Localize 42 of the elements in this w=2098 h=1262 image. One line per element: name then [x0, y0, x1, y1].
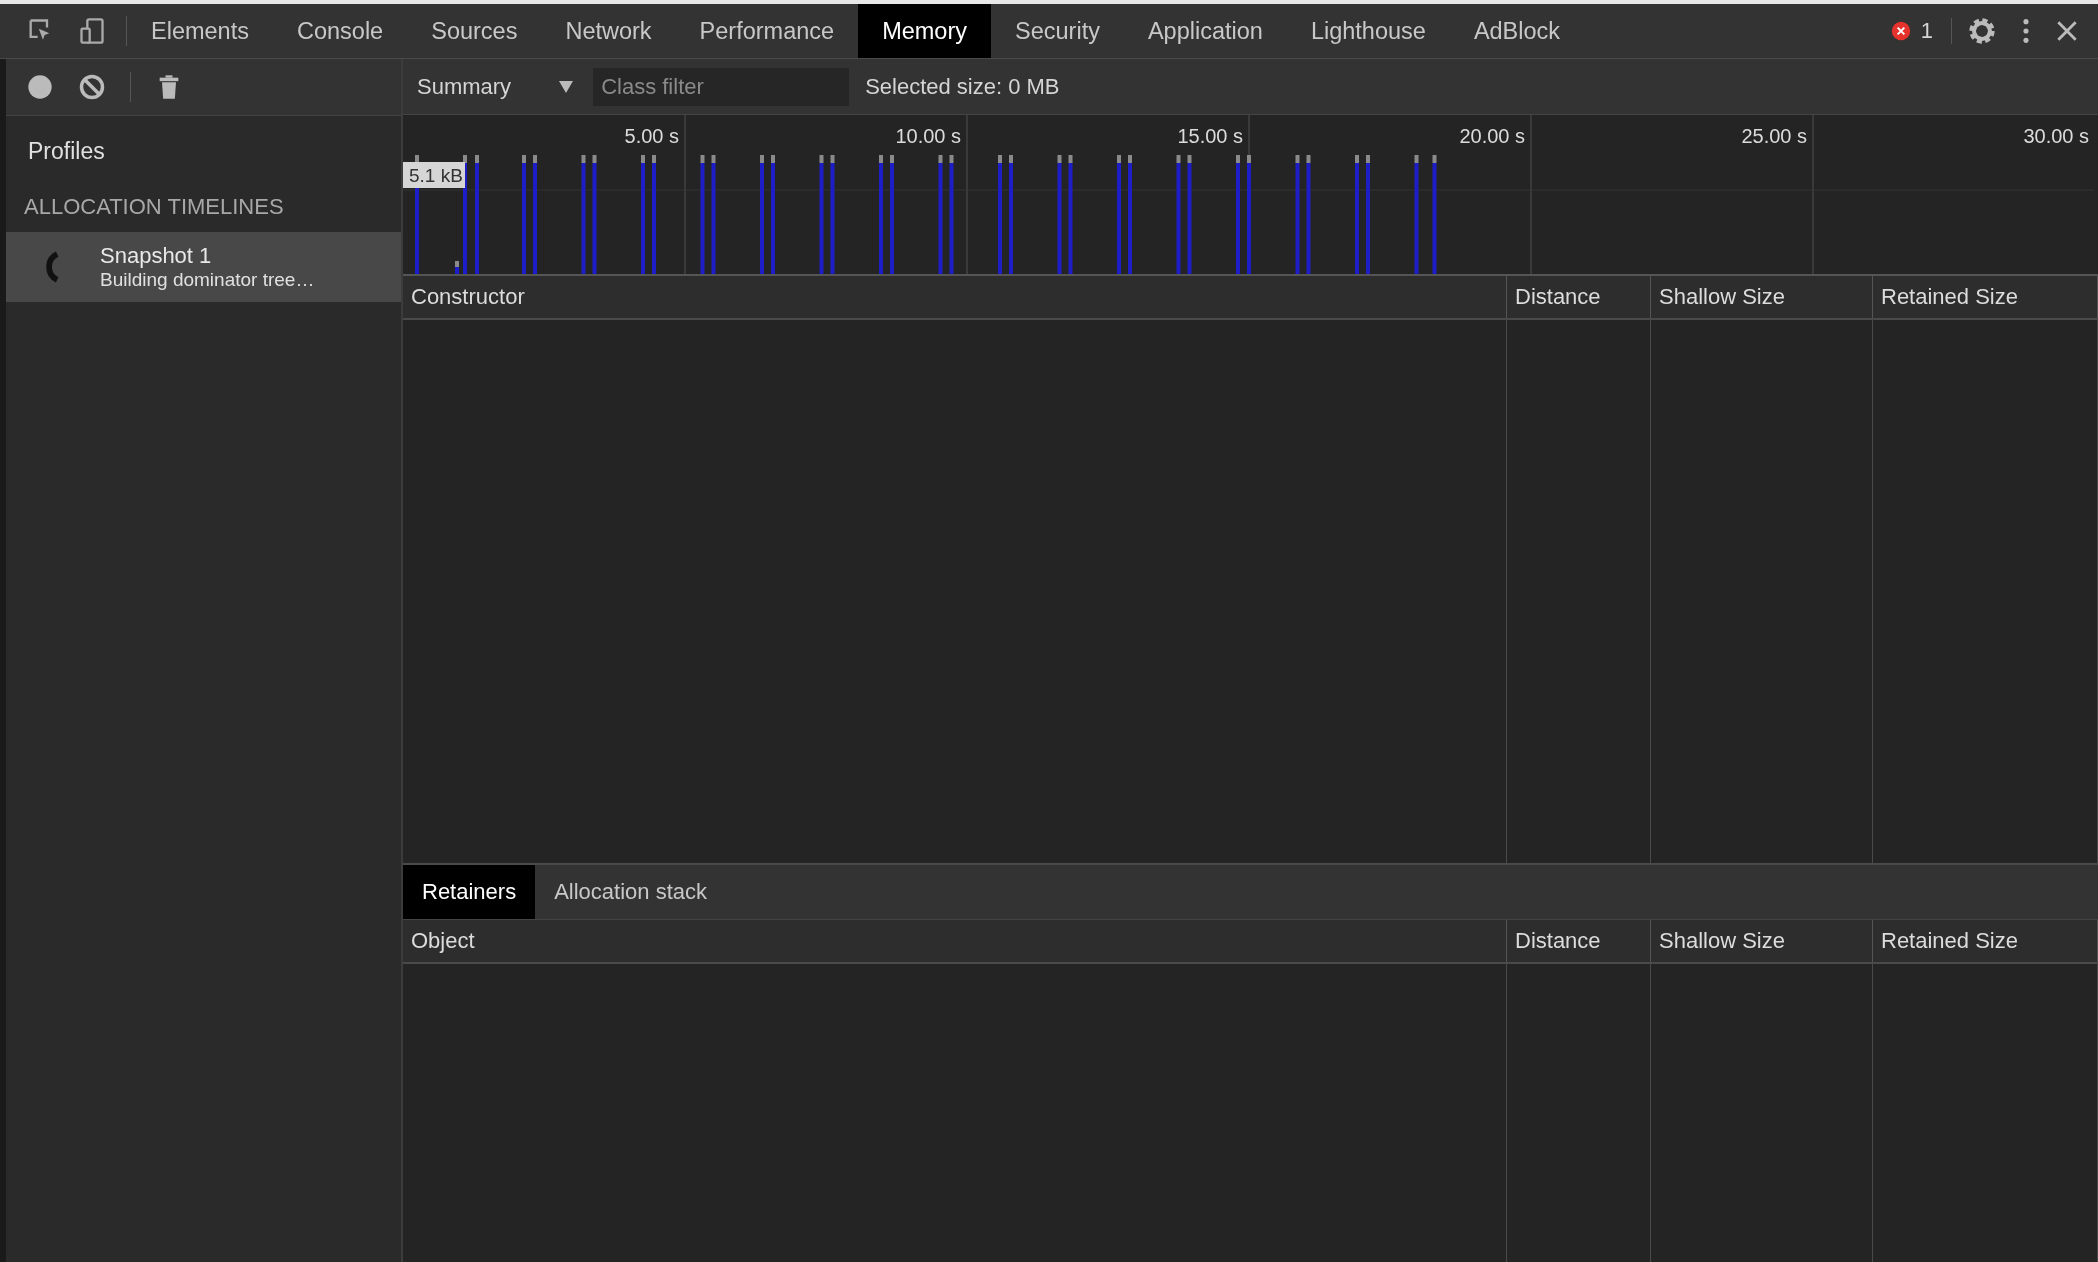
column-header[interactable]: Object — [403, 920, 1507, 962]
panel-tab[interactable]: Console — [272, 4, 408, 58]
error-icon — [1890, 21, 1911, 41]
snapshot-title: Snapshot 1 — [100, 243, 213, 269]
panel-tab[interactable]: Memory — [858, 4, 991, 58]
panel-tab[interactable]: Application — [1123, 4, 1287, 58]
column-header[interactable]: Retained Size — [1873, 920, 2098, 962]
error-count[interactable]: 1 — [1920, 18, 1933, 44]
panel-tab[interactable]: Security — [991, 4, 1124, 58]
column-header[interactable]: Distance — [1507, 276, 1651, 318]
size-label: 5.1 kB — [403, 162, 465, 188]
settings-icon[interactable] — [1966, 15, 1998, 47]
time-tick-label: 20.00 s — [1459, 125, 1525, 147]
snapshot-status: Building dominator tree… — [100, 269, 315, 291]
class-filter-field[interactable]: Class filter — [593, 67, 850, 106]
time-tick-label: 5.00 s — [624, 125, 679, 147]
profiles-title: Profiles — [28, 138, 105, 164]
panel-tab[interactable]: Elements — [127, 4, 273, 58]
panel-tab[interactable]: Performance — [675, 4, 859, 58]
time-tick-label: 25.00 s — [1741, 125, 1807, 147]
column-header[interactable]: Shallow Size — [1651, 276, 1873, 318]
record-icon[interactable] — [26, 73, 54, 101]
time-tick-label: 30.00 s — [2023, 125, 2089, 147]
panel-tab[interactable]: Sources — [407, 4, 542, 58]
selected-size-label: Selected size: 0 MB — [865, 73, 1060, 100]
section-heading: ALLOCATION TIMELINES — [24, 194, 284, 219]
detail-tab[interactable]: Allocation stack — [535, 865, 726, 919]
panel-tab[interactable]: Network — [541, 4, 676, 58]
panel-tab[interactable]: Lighthouse — [1286, 4, 1450, 58]
time-tick-label: 15.00 s — [1177, 125, 1243, 147]
view-select[interactable]: Summary — [403, 66, 588, 107]
caret-icon — [559, 80, 574, 93]
panel-tab[interactable]: AdBlock — [1449, 4, 1585, 58]
snapshot-item[interactable]: Snapshot 1 Building dominator tree… — [6, 232, 401, 302]
time-tick-label: 10.00 s — [895, 125, 961, 147]
column-header[interactable]: Retained Size — [1873, 276, 2098, 318]
column-header[interactable]: Constructor — [403, 276, 1507, 318]
column-header[interactable]: Shallow Size — [1651, 920, 1873, 962]
clear-icon[interactable] — [78, 73, 106, 101]
detail-tab[interactable]: Retainers — [403, 865, 536, 919]
device-toggle-icon[interactable] — [78, 17, 106, 45]
column-header[interactable]: Distance — [1507, 920, 1651, 962]
